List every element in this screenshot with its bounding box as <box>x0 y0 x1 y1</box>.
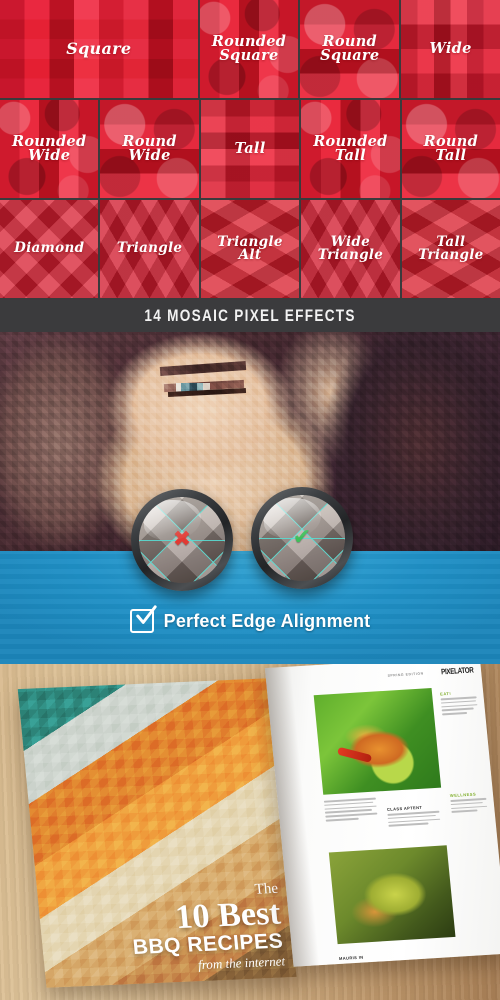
mosaic-cell-label: Wide Triangle <box>317 233 384 263</box>
magazine-right-page: SPRING EDITION PIXELATOR EAT! CLASS APTE… <box>264 664 500 967</box>
mosaic-cell-label: Triangle Alt <box>217 233 283 263</box>
mosaic-cell-square[interactable]: Square <box>0 0 198 98</box>
banner-title: 14 MOSAIC PIXEL EFFECTS <box>144 306 356 325</box>
mosaic-cell-round-square[interactable]: Round Square <box>300 0 400 98</box>
article-text-block <box>450 797 488 815</box>
open-magazine: The 10 Best BBQ RECIPES from the interne… <box>0 664 500 1000</box>
lens-glass: ✔ <box>259 495 345 581</box>
magazine-edition: SPRING EDITION <box>387 671 424 678</box>
mosaic-cell-label: Wide <box>429 39 472 57</box>
effects-count-banner: 14 MOSAIC PIXEL EFFECTS <box>0 300 500 332</box>
magazine-cover-title: The 10 Best BBQ RECIPES from the interne… <box>47 880 286 979</box>
food-photo-top <box>313 688 442 795</box>
pixelated-portrait-preview <box>0 332 500 551</box>
mosaic-cell-rounded-tall[interactable]: Rounded Tall <box>301 100 400 198</box>
mosaic-cell-label: Diamond <box>14 240 85 257</box>
article-text-block <box>440 696 479 717</box>
mosaic-cell-rounded-square[interactable]: Rounded Square <box>199 0 299 98</box>
mosaic-cell-round-tall[interactable]: Round Tall <box>401 100 500 198</box>
mosaic-cell-triangle-alt[interactable]: Triangle Alt <box>200 200 300 298</box>
feature-callout: Perfect Edge Alignment <box>0 604 500 638</box>
magnifier-lens-good: ✔ <box>251 487 353 589</box>
food-photo-bottom <box>328 845 456 945</box>
article-kicker-1: EAT! <box>439 690 452 697</box>
grid-row: Square Rounded Square Round Square Wide <box>0 0 500 98</box>
lens-glass: ✖ <box>139 497 225 583</box>
magazine-left-page: The 10 Best BBQ RECIPES from the interne… <box>17 678 297 988</box>
grid-row: Rounded Wide Round Wide Tall Rounded Tall Ro… <box>0 100 500 198</box>
mosaic-cell-triangle[interactable]: Triangle <box>100 200 199 298</box>
mosaic-cell-label: Round Tall <box>423 132 479 164</box>
magazine-mockup: The 10 Best BBQ RECIPES from the interne… <box>0 664 500 1000</box>
screenshot-root: Square Rounded Square Round Square Wide Rou… <box>0 0 500 1000</box>
mosaic-cell-tall-triangle[interactable]: Tall Triangle <box>401 200 500 298</box>
chili-garnish <box>337 746 373 763</box>
magazine-logo: PIXELATOR <box>440 665 474 677</box>
checkbox-checked-icon <box>129 605 157 633</box>
portrait-image <box>0 332 500 551</box>
mosaic-cell-label: Rounded Tall <box>313 132 388 164</box>
eye-detail <box>150 361 260 398</box>
mosaic-cell-label: Tall <box>234 139 266 157</box>
article-kicker-2: WELLNESS <box>449 791 477 799</box>
article-text-block <box>387 810 441 829</box>
mosaic-cell-label: Round Wide <box>122 132 177 164</box>
magazine-masthead: SPRING EDITION PIXELATOR <box>336 665 474 682</box>
eyebrow <box>159 361 247 376</box>
mosaic-cell-label: Rounded Wide <box>11 132 87 164</box>
article-subhead-1: CLASS APTENT <box>386 804 423 812</box>
mosaic-cell-rounded-wide[interactable]: Rounded Wide <box>0 100 99 198</box>
article-text-block <box>323 797 378 824</box>
mosaic-cell-label: Round Square <box>320 32 380 64</box>
mosaic-cell-wide[interactable]: Wide <box>401 0 500 98</box>
mosaic-cell-label: Rounded Square <box>211 32 287 64</box>
mosaic-cell-label: Square <box>66 39 132 58</box>
mosaic-cell-tall[interactable]: Tall <box>200 100 300 198</box>
grid-row: Diamond Triangle Triangle Alt Wide Triangle… <box>0 200 500 298</box>
article-subhead-2: MAURIS IN <box>338 954 364 962</box>
mosaic-cell-diamond[interactable]: Diamond <box>0 200 99 298</box>
feature-label: Perfect Edge Alignment <box>163 610 371 631</box>
magnifier-lens-bad: ✖ <box>131 489 233 591</box>
mosaic-effect-grid: Square Rounded Square Round Square Wide Rou… <box>0 0 500 300</box>
mosaic-cell-round-wide[interactable]: Round Wide <box>100 100 199 198</box>
mosaic-cell-wide-triangle[interactable]: Wide Triangle <box>301 200 400 298</box>
mosaic-cell-label: Triangle <box>116 240 183 257</box>
mosaic-cell-label: Tall Triangle <box>418 233 484 263</box>
